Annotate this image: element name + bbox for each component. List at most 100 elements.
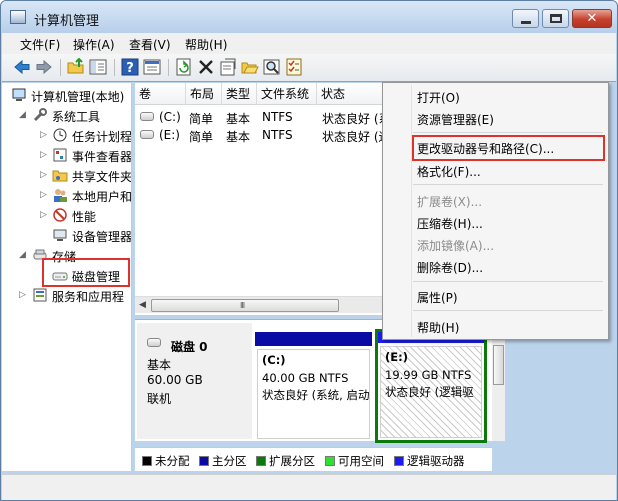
computer-management-window: 计算机管理 ✕ 文件(F) 操作(A) 查看(V) 帮助(H) ? 计算机管理(… <box>0 0 618 501</box>
minimize-button[interactable] <box>512 9 539 28</box>
column-header-volume[interactable]: 卷 <box>135 83 186 105</box>
menu-action[interactable]: 操作(A) <box>73 36 115 53</box>
tree-item-label: 性能 <box>72 210 97 224</box>
legend-swatch-unallocated <box>142 456 152 466</box>
tree-item-label: 任务计划程 <box>72 130 132 144</box>
menu-item-add-mirror: 添加镜像(A)... <box>417 239 495 253</box>
collapsed-arrow-icon[interactable]: ▷ <box>19 290 26 300</box>
tree-item-label: 设备管理器 <box>72 230 132 244</box>
device-manager-icon <box>52 227 68 243</box>
search-icon[interactable] <box>263 58 281 76</box>
tree-item-label: 服务和应用程 <box>52 290 125 304</box>
app-icon <box>10 10 26 24</box>
menu-item-shrink[interactable]: 压缩卷(H)... <box>417 215 483 232</box>
toolbar-separator <box>60 59 61 76</box>
menu-view[interactable]: 查看(V) <box>129 36 171 53</box>
column-header-filesystem[interactable]: 文件系统 <box>257 83 317 105</box>
legend-swatch-logical <box>394 456 404 466</box>
partition-body: (C:) 40.00 GB NTFS 状态良好 (系统, 启动 <box>257 349 370 439</box>
tree-item-label: 计算机管理(本地) <box>31 90 125 104</box>
computer-icon <box>11 87 27 103</box>
open-folder-icon[interactable] <box>241 58 259 76</box>
menu-item-help[interactable]: 帮助(H) <box>417 319 459 336</box>
tree-item-label: 系统工具 <box>52 110 101 124</box>
partition-body: (E:) 19.99 GB NTFS 状态良好 (逻辑驱 <box>380 346 482 438</box>
collapsed-arrow-icon[interactable]: ▷ <box>40 190 47 200</box>
tree-item-label: 本地用户和 <box>72 190 132 204</box>
help-icon[interactable]: ? <box>121 58 139 76</box>
volume-disk-icon <box>140 112 154 121</box>
up-folder-icon[interactable] <box>67 58 85 76</box>
table-row[interactable]: (E:) 简单 基本 NTFS 状态良好 (逻 <box>135 126 385 144</box>
show-tree-icon[interactable] <box>89 58 107 76</box>
window-title: 计算机管理 <box>34 14 100 29</box>
scroll-left-icon[interactable]: ◀ <box>139 300 146 310</box>
services-icon <box>32 287 48 303</box>
menu-item-properties[interactable]: 属性(P) <box>417 289 458 306</box>
change-drive-letter-highlight <box>412 135 605 161</box>
clock-icon <box>52 127 68 143</box>
tree-item-label: 事件查看器 <box>72 150 132 164</box>
legend-swatch-free <box>325 456 335 466</box>
partition-status: 状态良好 (系统, 启动 <box>262 388 370 402</box>
partition-c[interactable]: (C:) 40.00 GB NTFS 状态良好 (系统, 启动 <box>255 332 372 441</box>
cell-filesystem: NTFS <box>262 110 293 124</box>
close-button[interactable]: ✕ <box>572 9 612 28</box>
collapsed-arrow-icon[interactable]: ▷ <box>40 130 47 140</box>
refresh-icon[interactable] <box>175 58 193 76</box>
expanded-arrow-icon[interactable]: ◢ <box>19 250 26 260</box>
disk-type: 基本 <box>147 358 172 372</box>
performance-icon <box>52 207 68 223</box>
legend-label: 扩展分区 <box>269 454 315 468</box>
navigation-tree: 计算机管理(本地) ◢ 系统工具 ▷ 任务计划程 ▷ 事件查看器 ▷ 共享文件夹… <box>2 83 132 471</box>
forward-arrow-icon[interactable] <box>35 58 53 76</box>
cell-layout: 简单 <box>189 130 214 144</box>
delete-icon[interactable] <box>197 58 215 76</box>
console-icon[interactable] <box>143 58 161 76</box>
menu-item-explorer[interactable]: 资源管理器(E) <box>417 111 494 128</box>
cell-volume: (E:) <box>159 128 180 142</box>
legend-label: 可用空间 <box>338 454 384 468</box>
checklist-icon[interactable] <box>285 58 303 76</box>
menu-separator <box>413 310 603 311</box>
menu-item-open[interactable]: 打开(O) <box>417 89 460 106</box>
volume-disk-icon <box>140 130 154 139</box>
column-header-status[interactable]: 状态 <box>317 83 385 105</box>
toolbar-separator <box>114 59 115 76</box>
partition-e[interactable]: (E:) 19.99 GB NTFS 状态良好 (逻辑驱 <box>375 329 487 443</box>
disk-status: 联机 <box>147 392 172 406</box>
properties-icon[interactable] <box>219 58 237 76</box>
menu-file[interactable]: 文件(F) <box>20 36 60 53</box>
shared-folder-icon <box>52 167 68 183</box>
scrollbar-grip: III <box>240 301 245 310</box>
tree-item-label: 共享文件夹 <box>72 170 132 184</box>
title-bar[interactable]: 计算机管理 ✕ <box>1 1 617 33</box>
legend-label: 未分配 <box>155 454 190 468</box>
disk-name: 磁盘 0 <box>171 340 208 354</box>
cell-filesystem: NTFS <box>262 128 293 142</box>
menu-item-format[interactable]: 格式化(F)... <box>417 163 481 180</box>
column-header-type[interactable]: 类型 <box>222 83 257 105</box>
table-row[interactable]: (C:) 简单 基本 NTFS 状态良好 (系 <box>135 108 385 126</box>
collapsed-arrow-icon[interactable]: ▷ <box>40 150 47 160</box>
menu-item-delete[interactable]: 删除卷(D)... <box>417 259 483 276</box>
partition-size: 40.00 GB NTFS <box>262 371 349 385</box>
volume-list: 卷 布局 类型 文件系统 状态 (C:) 简单 基本 NTFS 状态良好 (系 … <box>135 83 385 315</box>
tools-icon <box>32 107 48 123</box>
legend-label: 逻辑驱动器 <box>407 454 465 468</box>
back-arrow-icon[interactable] <box>13 58 31 76</box>
collapsed-arrow-icon[interactable]: ▷ <box>40 170 47 180</box>
scrollbar-thumb[interactable] <box>493 345 504 385</box>
collapsed-arrow-icon[interactable]: ▷ <box>40 210 47 220</box>
disk-info-panel[interactable]: 磁盘 0 基本 60.00 GB 联机 <box>137 323 252 439</box>
cell-layout: 简单 <box>189 112 214 126</box>
expanded-arrow-icon[interactable]: ◢ <box>19 110 26 120</box>
maximize-icon <box>550 14 562 23</box>
scrollbar-thumb[interactable]: III <box>151 299 339 312</box>
disk-management-highlight <box>42 258 130 287</box>
menu-item-extend: 扩展卷(X)... <box>417 195 483 209</box>
maximize-button[interactable] <box>542 9 569 28</box>
menu-help[interactable]: 帮助(H) <box>185 36 227 53</box>
column-header-layout[interactable]: 布局 <box>186 83 222 105</box>
toolbar: ? <box>2 54 616 82</box>
